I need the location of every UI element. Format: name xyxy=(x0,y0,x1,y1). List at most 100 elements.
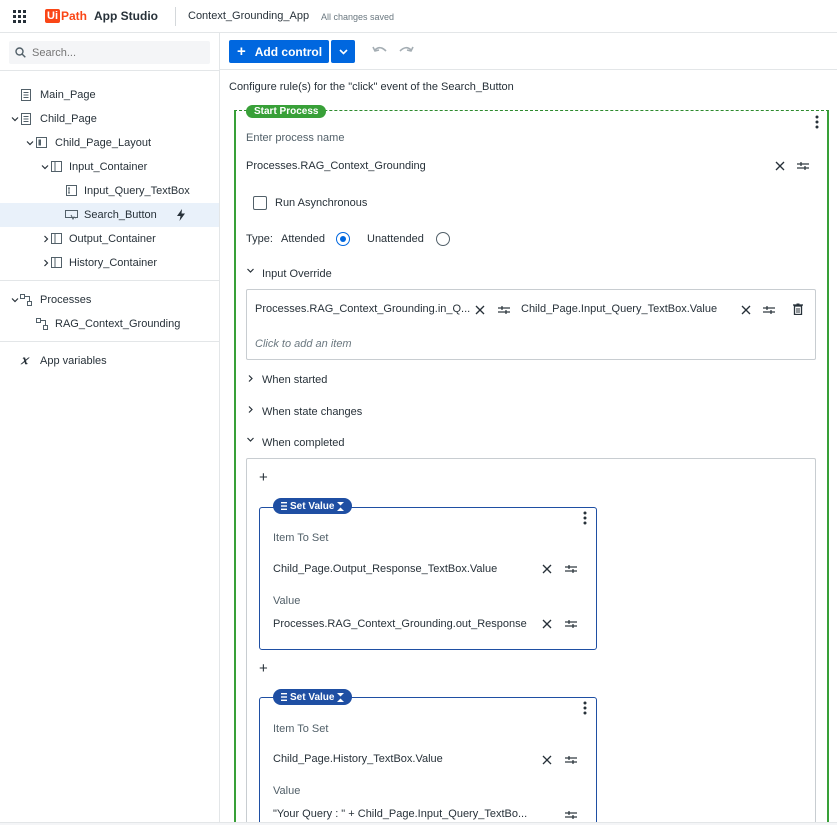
set-value-label: Set Value xyxy=(290,500,335,512)
tree-item-app-variables[interactable]: 𝑥 App variables xyxy=(0,349,219,373)
toolbar: + Add control xyxy=(220,33,837,70)
tree-item-label: Input_Query_TextBox xyxy=(84,185,190,197)
save-status: All changes saved xyxy=(321,12,395,22)
item-to-set-label: Item To Set xyxy=(273,723,329,735)
add-control-dropdown-button[interactable] xyxy=(331,40,355,63)
expression-settings-icon[interactable] xyxy=(564,617,578,631)
collapse-icon[interactable] xyxy=(337,501,345,511)
tree-item-processes[interactable]: Processes xyxy=(0,288,219,312)
more-vertical-icon[interactable] xyxy=(583,701,587,715)
tree-item-input-container[interactable]: Input_Container xyxy=(0,155,219,179)
expression-settings-icon[interactable] xyxy=(796,159,810,173)
tree-item-child-page[interactable]: Child_Page xyxy=(0,107,219,131)
expression-settings-icon[interactable] xyxy=(497,303,511,317)
clear-icon[interactable] xyxy=(540,617,554,631)
more-vertical-icon[interactable] xyxy=(815,115,819,129)
chevron-down-icon[interactable] xyxy=(26,139,34,147)
trash-icon[interactable] xyxy=(791,302,805,316)
clear-icon[interactable] xyxy=(540,753,554,767)
item-to-set-field[interactable]: Child_Page.History_TextBox.Value xyxy=(273,753,533,765)
start-process-label: Start Process xyxy=(254,106,319,117)
search-input[interactable] xyxy=(32,44,202,61)
product-name: App Studio xyxy=(94,9,158,23)
chevron-down-icon[interactable] xyxy=(11,296,19,304)
clear-icon[interactable] xyxy=(473,303,487,317)
process-name-label: Enter process name xyxy=(246,132,345,144)
redo-icon[interactable] xyxy=(398,45,414,57)
clear-icon[interactable] xyxy=(540,562,554,576)
expression-settings-icon[interactable] xyxy=(564,808,578,822)
logo-path: Path xyxy=(61,9,88,23)
rule-title: Configure rule(s) for the "click" event … xyxy=(229,81,514,93)
tree-item-rag-context-grounding[interactable]: RAG_Context_Grounding xyxy=(0,312,219,336)
chevron-down-icon[interactable] xyxy=(246,266,255,275)
item-to-set-field[interactable]: Child_Page.Output_Response_TextBox.Value xyxy=(273,563,533,575)
tree-item-label: Main_Page xyxy=(40,89,96,101)
app-name[interactable]: Context_Grounding_App xyxy=(188,10,309,22)
set-value-label: Set Value xyxy=(290,691,335,703)
input-override-value[interactable]: Child_Page.Input_Query_TextBox.Value xyxy=(521,303,731,315)
attended-radio[interactable] xyxy=(336,232,350,246)
divider xyxy=(175,7,176,26)
expression-settings-icon[interactable] xyxy=(762,303,776,317)
chevron-right-icon[interactable] xyxy=(42,259,50,267)
value-field[interactable]: "Your Query : " + Child_Page.Input_Query… xyxy=(273,808,535,820)
apps-grid-icon[interactable] xyxy=(13,10,26,23)
run-async-checkbox[interactable] xyxy=(253,196,267,210)
run-async-label: Run Asynchronous xyxy=(275,197,368,209)
plus-icon: + xyxy=(237,43,246,60)
chevron-down-icon[interactable] xyxy=(246,435,255,444)
search-box[interactable] xyxy=(9,41,210,64)
tree-item-label: App variables xyxy=(40,355,107,367)
expression-settings-icon[interactable] xyxy=(564,753,578,767)
undo-icon[interactable] xyxy=(372,45,388,57)
value-label: Value xyxy=(273,595,301,607)
chevron-down-icon[interactable] xyxy=(11,115,19,123)
add-rule-plus-icon[interactable]: + xyxy=(259,661,268,676)
process-name-field[interactable]: Processes.RAG_Context_Grounding xyxy=(246,160,746,172)
type-label: Type: xyxy=(246,233,273,245)
expression-settings-icon[interactable] xyxy=(564,562,578,576)
when-state-changes-label[interactable]: When state changes xyxy=(262,406,362,418)
drag-handle-icon[interactable] xyxy=(281,693,287,701)
chevron-right-icon[interactable] xyxy=(42,235,50,243)
chevron-right-icon[interactable] xyxy=(246,374,255,383)
page-icon xyxy=(21,89,31,101)
tree-item-input-query-textbox[interactable]: Input_Query_TextBox xyxy=(0,179,219,203)
drag-handle-icon[interactable] xyxy=(281,502,287,510)
add-control-button[interactable]: + Add control xyxy=(229,40,329,63)
collapse-icon[interactable] xyxy=(337,692,345,702)
input-override-key[interactable]: Processes.RAG_Context_Grounding.in_Q... xyxy=(255,303,470,315)
input-override-label[interactable]: Input Override xyxy=(262,268,332,280)
tree-item-search-button[interactable]: Search_Button xyxy=(0,203,219,227)
process-icon xyxy=(36,318,48,330)
clear-icon[interactable] xyxy=(773,159,787,173)
add-rule-plus-icon[interactable]: + xyxy=(259,470,268,485)
tree-item-main-page[interactable]: Main_Page xyxy=(0,83,219,107)
uipath-logo[interactable]: Ui Path App Studio xyxy=(45,9,158,23)
value-field[interactable]: Processes.RAG_Context_Grounding.out_Resp… xyxy=(273,618,533,630)
tree-item-history-container[interactable]: History_Container xyxy=(0,251,219,275)
container-icon xyxy=(51,233,62,244)
clear-icon[interactable] xyxy=(739,303,753,317)
tree-item-label: Input_Container xyxy=(69,161,148,173)
more-vertical-icon[interactable] xyxy=(583,511,587,525)
button-icon xyxy=(65,210,78,220)
tree-item-child-page-layout[interactable]: Child_Page_Layout xyxy=(0,131,219,155)
when-started-label[interactable]: When started xyxy=(262,374,327,386)
click-to-add-item[interactable]: Click to add an item xyxy=(255,338,352,350)
when-completed-label[interactable]: When completed xyxy=(262,437,345,449)
start-process-pill[interactable]: Start Process xyxy=(246,105,327,118)
set-value-pill-2[interactable]: Set Value xyxy=(273,689,353,705)
tree-item-label: Search_Button xyxy=(84,209,157,221)
tree-item-output-container[interactable]: Output_Container xyxy=(0,227,219,251)
chevron-down-icon[interactable] xyxy=(41,163,49,171)
add-control-label: Add control xyxy=(254,44,323,59)
chevron-right-icon[interactable] xyxy=(246,405,255,414)
set-value-pill-1[interactable]: Set Value xyxy=(273,498,353,514)
unattended-radio[interactable] xyxy=(436,232,450,246)
tree-item-label: RAG_Context_Grounding xyxy=(55,318,181,330)
layout-icon xyxy=(36,137,47,148)
tree-item-label: Child_Page_Layout xyxy=(55,137,152,149)
value-label: Value xyxy=(273,785,301,797)
